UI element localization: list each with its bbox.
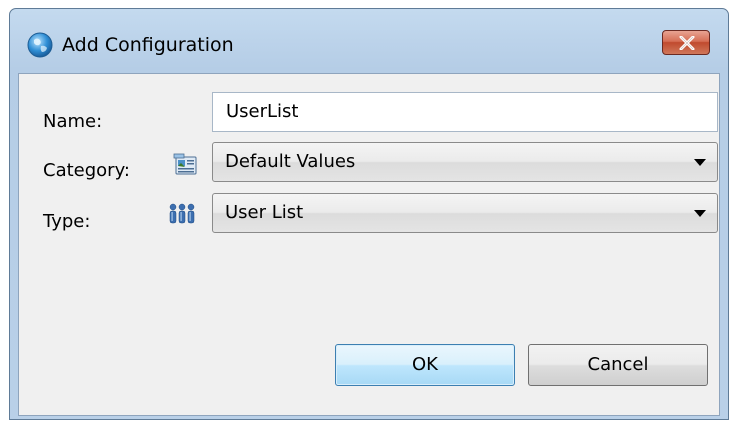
window-title: Add Configuration <box>62 34 234 56</box>
type-label: Type: <box>43 211 91 232</box>
users-icon <box>167 200 197 232</box>
dialog-window: Add Configuration Name: UserList Categor… <box>9 8 729 420</box>
category-icon <box>173 152 199 182</box>
dialog-content: Name: UserList Category: Default Values … <box>18 73 720 416</box>
name-label: Name: <box>43 111 103 132</box>
ok-button[interactable]: OK <box>335 344 515 386</box>
cancel-button[interactable]: Cancel <box>528 344 708 386</box>
category-select[interactable]: Default Values <box>212 142 718 182</box>
category-label: Category: <box>43 160 130 181</box>
name-input[interactable]: UserList <box>212 92 718 132</box>
chevron-down-icon <box>694 159 706 166</box>
close-button[interactable] <box>662 30 710 55</box>
app-globe-icon <box>26 31 54 59</box>
category-selected-value: Default Values <box>225 151 356 172</box>
type-select[interactable]: User List <box>212 193 718 233</box>
type-selected-value: User List <box>225 202 304 223</box>
chevron-down-icon <box>694 210 706 217</box>
close-icon <box>679 36 695 50</box>
title-bar[interactable]: Add Configuration <box>10 9 728 69</box>
